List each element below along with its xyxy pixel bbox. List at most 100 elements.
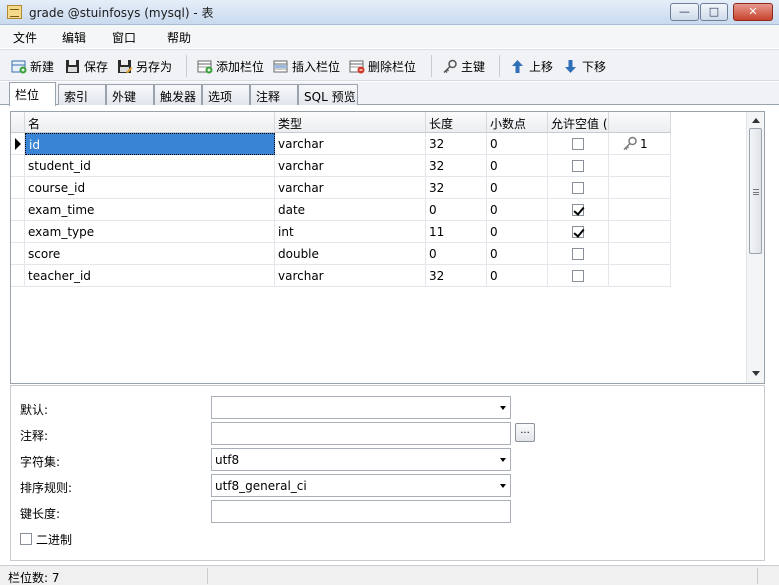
field-name-cell[interactable]: teacher_id — [25, 265, 275, 287]
field-decimals-cell[interactable]: 0 — [487, 221, 548, 243]
field-type-cell[interactable]: int — [275, 221, 426, 243]
grid-vertical-scrollbar[interactable] — [746, 112, 764, 383]
field-decimals-cell[interactable]: 0 — [487, 265, 548, 287]
column-header-nullable[interactable]: 允许空值 ( — [548, 112, 609, 133]
row-selector[interactable] — [11, 243, 25, 265]
field-key-cell[interactable]: 1 — [609, 133, 671, 155]
field-name-cell[interactable]: score — [25, 243, 275, 265]
tab-triggers[interactable]: 触发器 — [154, 84, 202, 105]
field-type-cell[interactable]: date — [275, 199, 426, 221]
save-button[interactable]: 保存 — [65, 57, 108, 75]
field-nullable-cell[interactable] — [548, 199, 609, 221]
field-name-cell[interactable]: student_id — [25, 155, 275, 177]
table-row[interactable]: student_id varchar 32 0 — [11, 155, 671, 177]
row-selector[interactable] — [11, 199, 25, 221]
insert-field-button[interactable]: 插入栏位 — [273, 57, 340, 75]
field-type-cell[interactable]: varchar — [275, 133, 426, 155]
add-field-button[interactable]: 添加栏位 — [197, 57, 264, 75]
field-decimals-cell[interactable]: 0 — [487, 177, 548, 199]
delete-field-button[interactable]: 删除栏位 — [349, 57, 416, 75]
table-row[interactable]: teacher_id varchar 32 0 — [11, 265, 671, 287]
comment-editor-button[interactable]: ... — [515, 423, 535, 442]
table-row[interactable]: exam_type int 11 0 — [11, 221, 671, 243]
field-name-cell[interactable]: id — [25, 133, 275, 155]
field-decimals-cell[interactable]: 0 — [487, 243, 548, 265]
move-down-button[interactable]: 下移 — [563, 57, 606, 75]
charset-dropdown[interactable]: utf8 — [211, 448, 511, 471]
default-dropdown[interactable] — [211, 396, 511, 419]
nullable-checkbox[interactable] — [572, 160, 584, 172]
binary-checkbox[interactable] — [20, 533, 32, 545]
field-nullable-cell[interactable] — [548, 177, 609, 199]
menu-edit[interactable]: 编辑 — [62, 29, 86, 46]
field-key-cell[interactable] — [609, 155, 671, 177]
field-decimals-cell[interactable]: 0 — [487, 133, 548, 155]
field-type-cell[interactable]: double — [275, 243, 426, 265]
scroll-down-icon[interactable] — [752, 371, 760, 376]
row-selector[interactable] — [11, 155, 25, 177]
nullable-checkbox[interactable] — [572, 182, 584, 194]
primary-key-button[interactable]: 主键 — [442, 57, 485, 75]
tab-comment[interactable]: 注释 — [250, 84, 298, 105]
nullable-checkbox[interactable] — [572, 226, 584, 238]
field-nullable-cell[interactable] — [548, 243, 609, 265]
field-key-cell[interactable] — [609, 221, 671, 243]
field-key-cell[interactable] — [609, 199, 671, 221]
table-row[interactable]: exam_time date 0 0 — [11, 199, 671, 221]
field-length-cell[interactable]: 11 — [426, 221, 487, 243]
row-selector[interactable] — [11, 265, 25, 287]
nullable-checkbox[interactable] — [572, 270, 584, 282]
collation-dropdown[interactable]: utf8_general_ci — [211, 474, 511, 497]
field-length-cell[interactable]: 0 — [426, 243, 487, 265]
field-length-cell[interactable]: 32 — [426, 155, 487, 177]
field-length-cell[interactable]: 0 — [426, 199, 487, 221]
field-name-cell[interactable]: exam_type — [25, 221, 275, 243]
field-nullable-cell[interactable] — [548, 265, 609, 287]
field-type-cell[interactable]: varchar — [275, 177, 426, 199]
minimize-button[interactable]: — — [670, 3, 699, 21]
tab-sql-preview[interactable]: SQL 预览 — [298, 84, 358, 105]
field-key-cell[interactable] — [609, 265, 671, 287]
field-decimals-cell[interactable]: 0 — [487, 199, 548, 221]
new-button[interactable]: 新建 — [11, 57, 54, 75]
field-nullable-cell[interactable] — [548, 155, 609, 177]
nullable-checkbox[interactable] — [572, 248, 584, 260]
row-selector[interactable] — [11, 221, 25, 243]
column-header-name[interactable]: 名 — [25, 112, 275, 133]
table-row[interactable]: course_id varchar 32 0 — [11, 177, 671, 199]
row-selector[interactable] — [11, 177, 25, 199]
save-as-button[interactable]: 另存为 — [117, 57, 172, 75]
field-nullable-cell[interactable] — [548, 133, 609, 155]
tab-options[interactable]: 选项 — [202, 84, 250, 105]
close-button[interactable]: ✕ — [733, 3, 773, 21]
field-decimals-cell[interactable]: 0 — [487, 155, 548, 177]
menu-file[interactable]: 文件 — [13, 29, 37, 46]
tab-indexes[interactable]: 索引 — [58, 84, 106, 105]
comment-input[interactable] — [211, 422, 511, 445]
field-type-cell[interactable]: varchar — [275, 265, 426, 287]
scrollbar-thumb[interactable] — [749, 128, 762, 254]
field-name-cell[interactable]: exam_time — [25, 199, 275, 221]
table-row[interactable]: id varchar 32 0 1 — [11, 133, 671, 155]
field-type-cell[interactable]: varchar — [275, 155, 426, 177]
column-header-key[interactable] — [609, 112, 671, 133]
menu-help[interactable]: 帮助 — [167, 29, 191, 46]
column-header-type[interactable]: 类型 — [275, 112, 426, 133]
maximize-button[interactable]: □ — [700, 3, 728, 21]
column-header-length[interactable]: 长度 — [426, 112, 487, 133]
move-up-button[interactable]: 上移 — [510, 57, 553, 75]
field-key-cell[interactable] — [609, 177, 671, 199]
key-length-input[interactable] — [211, 500, 511, 523]
field-key-cell[interactable] — [609, 243, 671, 265]
field-nullable-cell[interactable] — [548, 221, 609, 243]
nullable-checkbox[interactable] — [572, 204, 584, 216]
field-name-cell[interactable]: course_id — [25, 177, 275, 199]
table-row[interactable]: score double 0 0 — [11, 243, 671, 265]
field-length-cell[interactable]: 32 — [426, 265, 487, 287]
scroll-up-icon[interactable] — [752, 118, 760, 123]
tab-foreign-keys[interactable]: 外键 — [106, 84, 154, 105]
nullable-checkbox[interactable] — [572, 138, 584, 150]
row-selector[interactable] — [11, 133, 25, 155]
menu-window[interactable]: 窗口 — [112, 29, 136, 46]
field-length-cell[interactable]: 32 — [426, 133, 487, 155]
